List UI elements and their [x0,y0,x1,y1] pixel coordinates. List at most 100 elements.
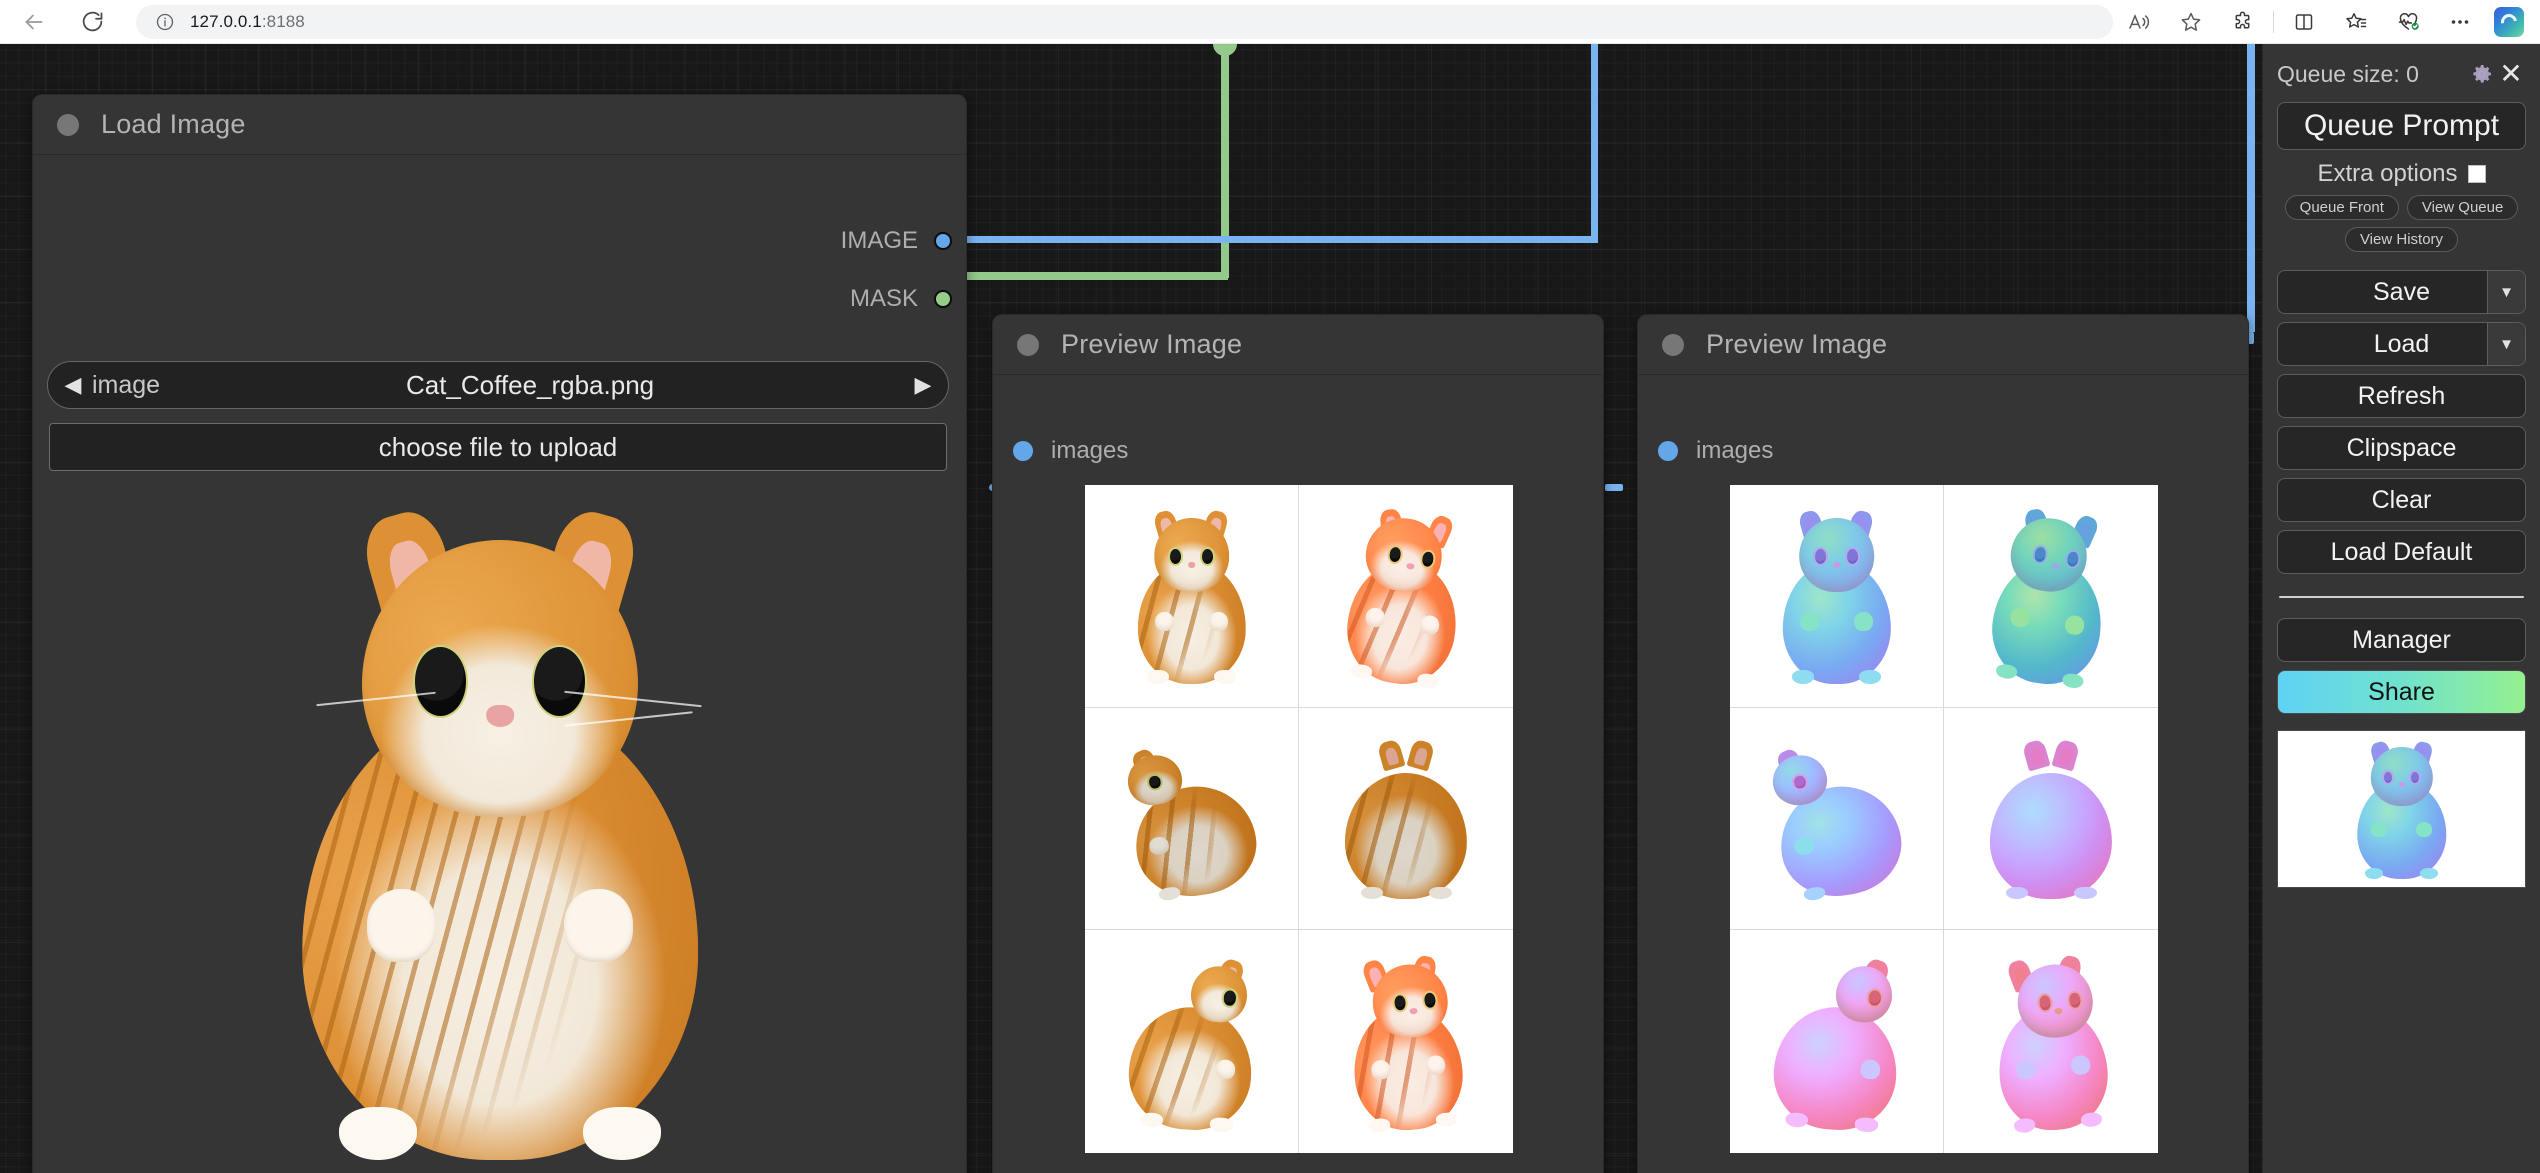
node-load-image-title: Load Image [101,109,246,139]
share-button[interactable]: Share [2277,670,2526,714]
grid-cell[interactable] [1085,930,1299,1153]
node-preview-image-2-title: Preview Image [1706,329,1888,359]
save-button[interactable]: Save ▼ [2277,270,2526,314]
output-slot-mask[interactable]: MASK [850,285,952,313]
node-preview-image-1-header[interactable]: Preview Image [993,315,1603,375]
image-combo-widget[interactable]: ◀ image Cat_Coffee_rgba.png ▶ [47,361,949,409]
input-dot-images[interactable] [1658,441,1678,461]
output-dot-image[interactable] [934,232,952,250]
reload-icon[interactable] [66,0,118,44]
comfyui-menu-panel[interactable]: Queue size: 0 ✕ Queue Prompt Extra optio… [2262,44,2540,1173]
cat-image [270,500,730,1160]
gear-icon[interactable] [2468,62,2496,86]
collapse-dot-icon[interactable] [1662,333,1684,356]
copilot-icon[interactable] [2494,6,2524,37]
collapse-dot-icon[interactable] [57,113,79,136]
grid-cell[interactable] [1944,485,2158,708]
queue-actions-row-1: Queue Front View Queue [2277,195,2526,220]
queue-status-row: Queue size: 0 ✕ [2277,56,2526,92]
cat-image-normalmap [2350,739,2454,879]
queue-size-label: Queue size: 0 [2277,60,2419,87]
collapse-dot-icon[interactable] [1017,333,1039,356]
view-queue-button[interactable]: View Queue [2406,195,2519,220]
node-preview-image-1[interactable]: Preview Image images [992,314,1604,1173]
input-slot-images-label: images [1051,437,1129,464]
combo-label: image [92,370,161,399]
refresh-button[interactable]: Refresh [2277,374,2526,418]
link-image-to-preview2-vertical [2247,44,2255,332]
favorite-star-icon[interactable] [2165,0,2217,44]
grid-cell[interactable] [1299,485,1513,708]
more-options-icon[interactable] [2434,0,2486,44]
node-load-image[interactable]: Load Image IMAGE MASK ◀ image Cat_Coffee… [32,94,967,1173]
output-dot-mask[interactable] [934,290,952,308]
url-port: :8188 [261,11,305,31]
grid-cell[interactable] [1085,485,1299,708]
cat-paw-left [366,889,436,962]
manager-button[interactable]: Manager [2277,618,2526,662]
input-slot-images[interactable]: images [1658,437,1773,465]
menu-divider [2279,596,2524,598]
browser-essentials-heart-icon[interactable] [2382,0,2434,44]
clear-button[interactable]: Clear [2277,478,2526,522]
load-button-label: Load [2373,329,2430,358]
comfyui-graph-canvas[interactable]: Load Image IMAGE MASK ◀ image Cat_Coffee… [0,44,2540,1173]
grid-cell[interactable] [1944,930,2158,1153]
load-button[interactable]: Load ▼ [2277,322,2526,366]
cat-head [2370,747,2433,807]
collections-icon[interactable] [2330,0,2382,44]
link-image-vertical-up [1591,44,1598,236]
view-history-button[interactable]: View History [2344,227,2459,252]
queue-actions-row-2: View History [2277,227,2526,252]
extra-options-row[interactable]: Extra options [2277,160,2526,188]
sidebar-preview-thumbnail[interactable] [2277,730,2526,888]
address-bar[interactable]: 127.0.0.1:8188 [136,4,2113,39]
grid-cell[interactable] [1730,485,1944,708]
toolbar-divider [2273,10,2274,33]
node-preview-image-2[interactable]: Preview Image images [1637,314,2249,1173]
load-default-button[interactable]: Load Default [2277,530,2526,574]
combo-next-arrow-icon[interactable]: ▶ [906,362,940,408]
close-icon[interactable]: ✕ [2496,60,2526,88]
grid-cell[interactable] [1944,707,2158,931]
combo-prev-arrow-icon[interactable]: ◀ [56,362,90,408]
clipspace-button[interactable]: Clipspace [2277,426,2526,470]
load-dropdown-caret-icon[interactable]: ▼ [2487,323,2525,365]
queue-front-button[interactable]: Queue Front [2284,195,2399,220]
read-aloud-icon[interactable] [2113,0,2165,44]
node-load-image-body: IMAGE MASK ◀ image Cat_Coffee_rgba.png ▶… [33,155,966,1173]
choose-file-to-upload-button[interactable]: choose file to upload [49,423,947,471]
grid-cell[interactable] [1299,930,1513,1153]
cat-foot-right [582,1107,661,1160]
save-button-label: Save [2373,277,2430,306]
queue-prompt-button[interactable]: Queue Prompt [2277,102,2526,150]
node-preview-image-2-header[interactable]: Preview Image [1638,315,2248,375]
cat-paw-right [564,889,634,962]
input-dot-images[interactable] [1013,441,1033,461]
cat-foot-left [2365,867,2383,879]
link-stub-preview2-input [1605,484,1623,491]
split-screen-icon[interactable] [2278,0,2330,44]
cat-paw-left [2371,821,2387,837]
input-slot-images[interactable]: images [1013,437,1128,465]
grid-cell[interactable] [1730,930,1944,1153]
cat-foot-left [339,1107,418,1160]
preview-image-grid-2[interactable] [1730,485,2158,1153]
output-slot-image-label: IMAGE [840,227,918,254]
output-slot-image[interactable]: IMAGE [841,227,952,255]
grid-cell[interactable] [1299,707,1513,931]
back-arrow-icon[interactable] [8,0,60,44]
load-image-preview [51,485,949,1173]
node-preview-image-1-body: images [993,375,1603,1173]
grid-cell[interactable] [1730,707,1944,931]
grid-cell[interactable] [1085,707,1299,931]
extra-options-checkbox[interactable] [2467,165,2486,183]
site-info-icon[interactable] [150,12,180,32]
node-load-image-header[interactable]: Load Image [33,95,966,155]
save-dropdown-caret-icon[interactable]: ▼ [2487,271,2525,313]
browser-actions [2113,0,2540,44]
input-slot-images-label: images [1696,437,1774,464]
preview-image-grid-1[interactable] [1085,485,1513,1153]
extensions-puzzle-icon[interactable] [2217,0,2269,44]
cat-eye-left [412,645,468,718]
